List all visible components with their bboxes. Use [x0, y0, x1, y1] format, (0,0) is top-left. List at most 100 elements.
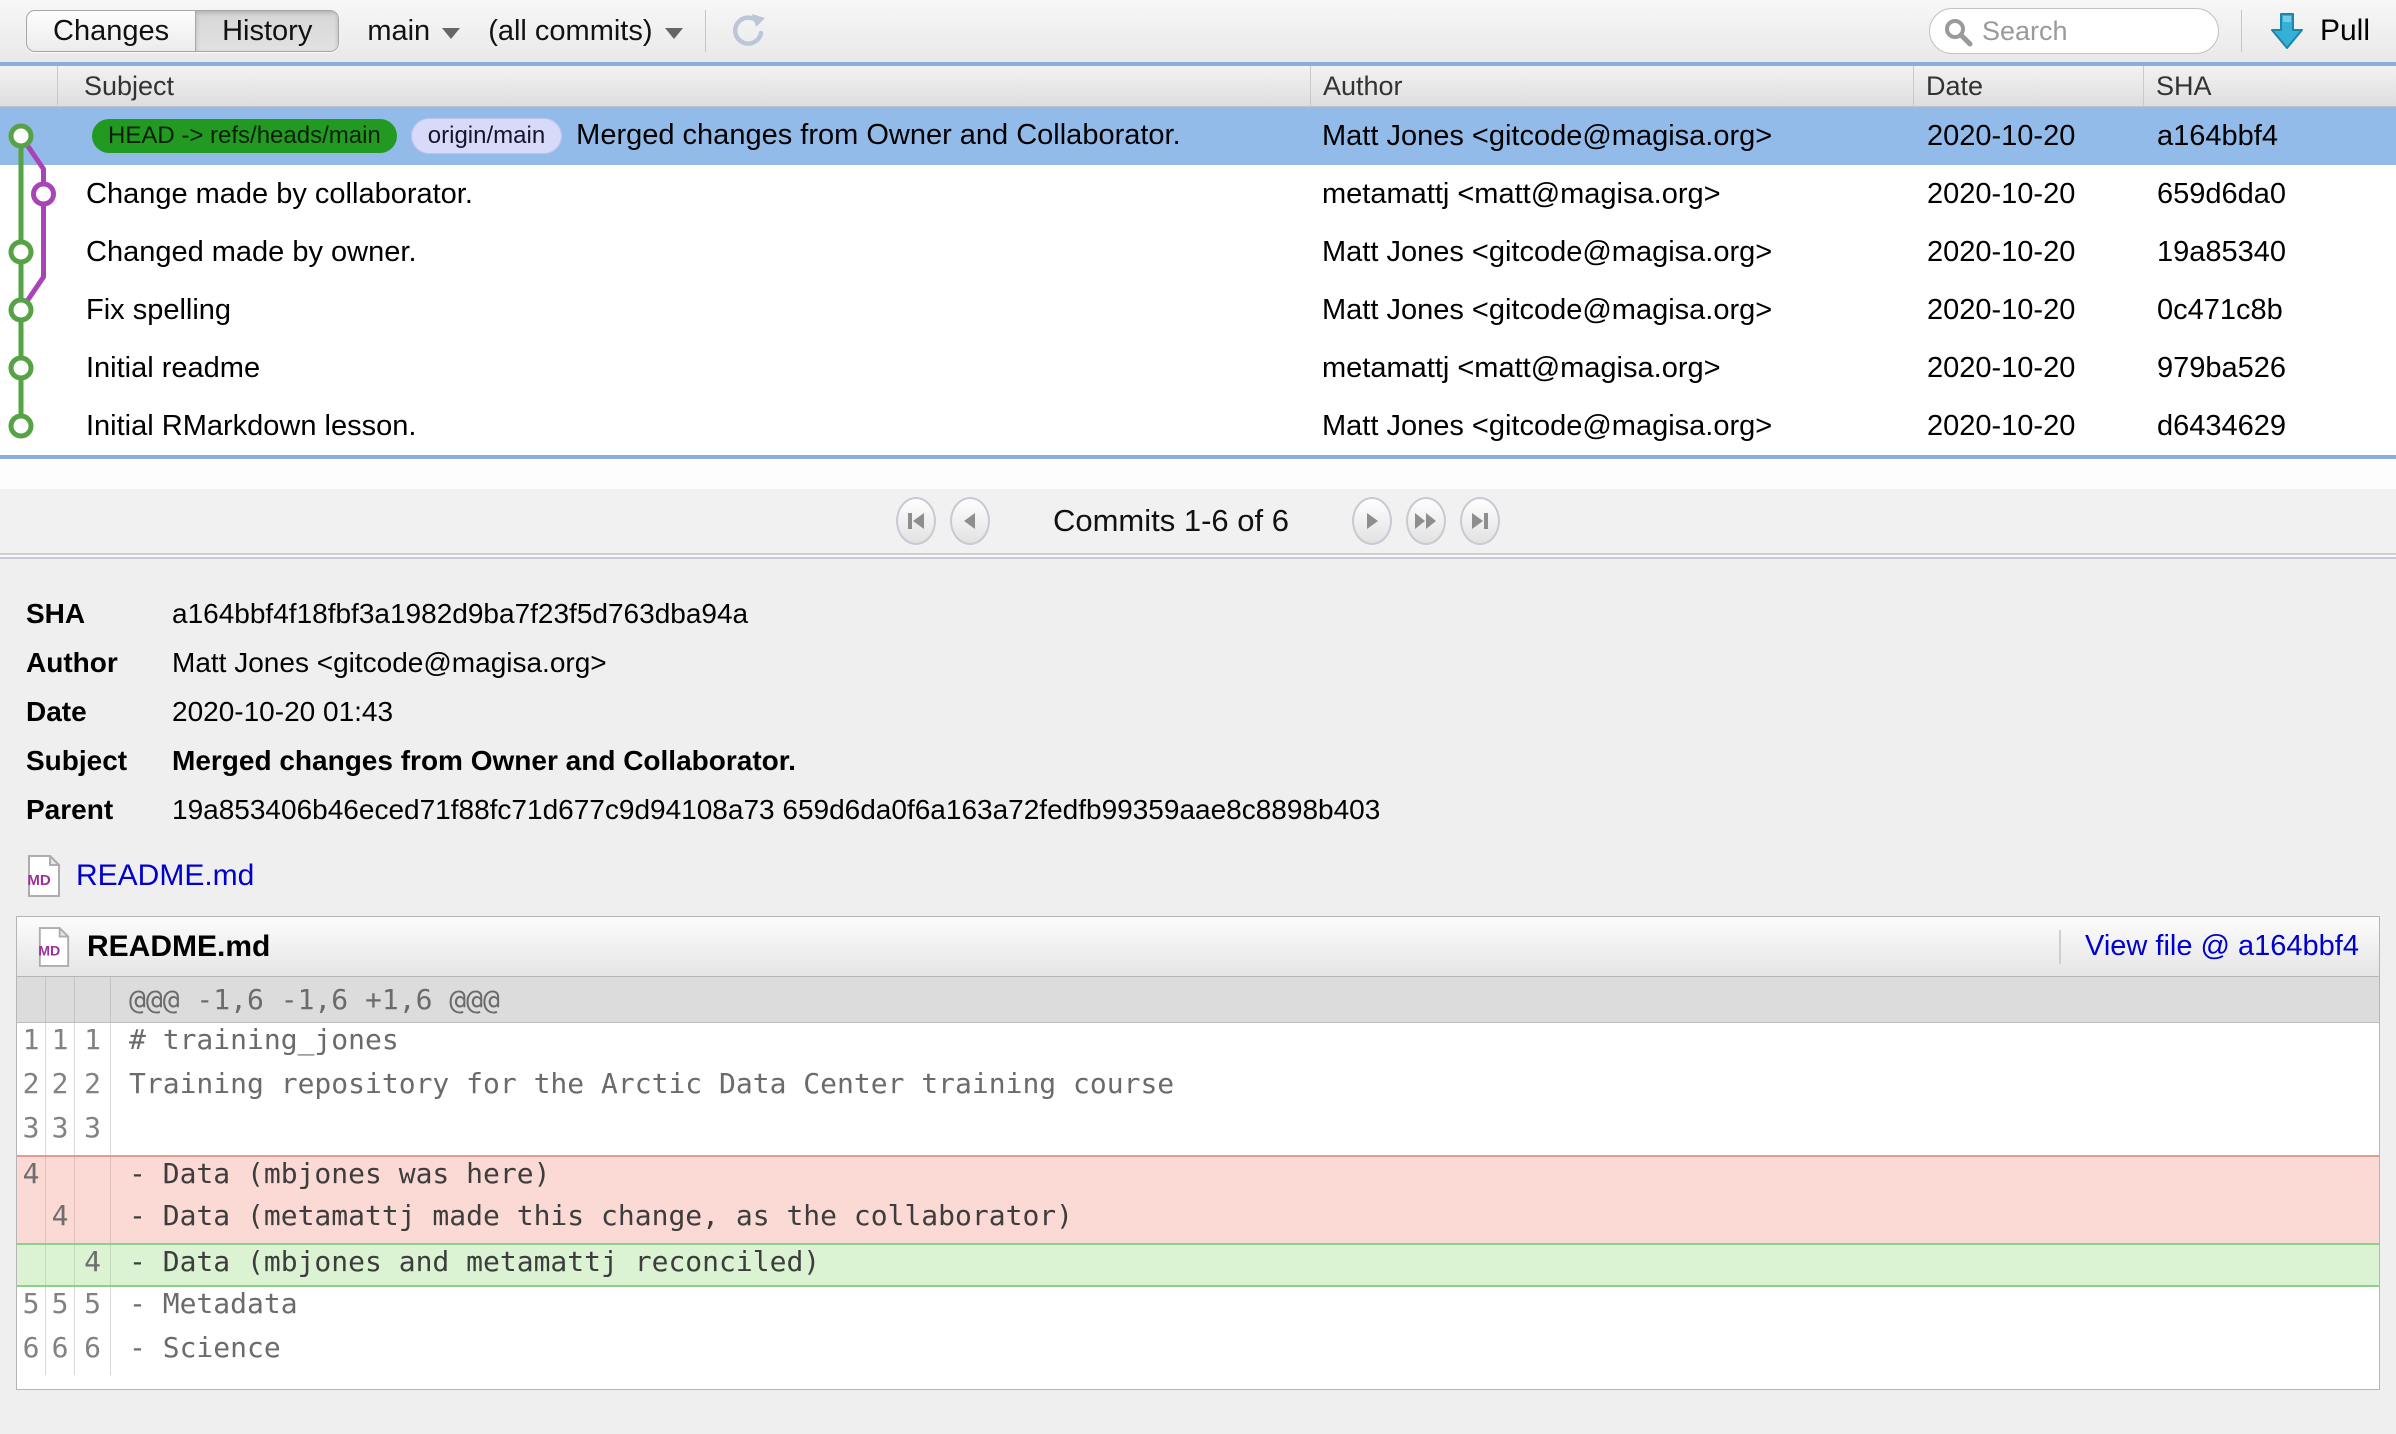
diff-line-row: 666- Science	[17, 1331, 2379, 1375]
detail-field-label: SHA	[26, 589, 172, 638]
commit-author: metamattj <matt@magisa.org>	[1310, 352, 1913, 385]
commit-row[interactable]: Changed made by owner.Matt Jones <gitcod…	[0, 223, 2396, 281]
detail-field-value: a164bbf4f18fbf3a1982d9ba7f23f5d763dba94a	[172, 589, 2396, 638]
diff-line-number: 1	[75, 1023, 111, 1067]
commit-subject-cell: HEAD -> refs/heads/mainorigin/mainMerged…	[0, 118, 1310, 154]
view-file-link[interactable]: View file @ a164bbf4	[2085, 930, 2359, 963]
detail-field-label: Author	[26, 638, 172, 687]
detail-field-label: Date	[26, 687, 172, 736]
commit-sha: 659d6da0	[2143, 178, 2396, 211]
detail-field-label: Parent	[26, 785, 172, 834]
next-icon	[1361, 510, 1383, 532]
detail-field: Parent19a853406b46eced71f88fc71d677c9d94…	[26, 785, 2396, 834]
toolbar: Changes History main (all commits) Pull	[0, 0, 2396, 62]
commit-row[interactable]: HEAD -> refs/heads/mainorigin/mainMerged…	[0, 107, 2396, 165]
toolbar-divider	[705, 10, 706, 52]
commit-row[interactable]: Initial RMarkdown lesson. Matt Jones <git…	[0, 397, 2396, 455]
diff-line-row: 4 - Data (metamattj made this change, as …	[17, 1199, 2379, 1243]
detail-field: SHAa164bbf4f18fbf3a1982d9ba7f23f5d763dba…	[26, 589, 2396, 638]
chevron-down-icon	[665, 28, 683, 39]
detail-field-label: Subject	[26, 736, 172, 785]
diff-line-number: 5	[17, 1287, 46, 1331]
detail-field: Date2020-10-20 01:43	[26, 687, 2396, 736]
commit-author: Matt Jones <gitcode@magisa.org>	[1310, 236, 1913, 269]
diff-header: MD README.md View file @ a164bbf4	[17, 917, 2379, 977]
commit-row[interactable]: Change made by collaborator.metamattj <m…	[0, 165, 2396, 223]
commit-date: 2020-10-20	[1913, 236, 2143, 269]
commit-author: Matt Jones <gitcode@magisa.org>	[1310, 410, 1913, 443]
diff-line-text: - Science	[111, 1331, 2379, 1375]
pagination-previous-button[interactable]	[950, 497, 990, 545]
diff-hunk-text: @@@ -1,6 -1,6 +1,6 @@@	[111, 977, 2379, 1022]
diff-line-text: - Data (mbjones was here)	[111, 1157, 2379, 1199]
commit-date: 2020-10-20	[1913, 352, 2143, 385]
pagination-last-button[interactable]	[1460, 497, 1500, 545]
pull-button[interactable]: Pull	[2268, 10, 2370, 52]
pagination-next-button[interactable]	[1352, 497, 1392, 545]
branch-dropdown-label: main	[367, 15, 430, 48]
detail-field-value: Matt Jones <gitcode@magisa.org>	[172, 638, 2396, 687]
diff-line-number: 6	[17, 1331, 46, 1375]
diff-line-number: 3	[75, 1111, 111, 1155]
refresh-icon	[728, 11, 768, 51]
diff-line-number: 4	[75, 1245, 111, 1285]
skip-to-last-icon	[1469, 510, 1491, 532]
commit-sha: 19a85340	[2143, 236, 2396, 269]
branch-badge-head: HEAD -> refs/heads/main	[92, 119, 397, 153]
commit-row[interactable]: Fix spellingMatt Jones <gitcode@magisa.o…	[0, 281, 2396, 339]
commit-subject-cell: Initial readme	[0, 352, 1310, 385]
diff-line-row: 555- Metadata	[17, 1287, 2379, 1331]
diff-line-number	[75, 977, 111, 1022]
diff-line-number: 2	[75, 1067, 111, 1111]
diff-line-text: - Data (mbjones and metamattj reconciled…	[111, 1245, 2379, 1285]
diff-line-row: 333	[17, 1111, 2379, 1155]
commit-subject-cell: Fix spelling	[0, 294, 1310, 327]
detail-field: SubjectMerged changes from Owner and Col…	[26, 736, 2396, 785]
diff-line-number: 1	[17, 1023, 46, 1067]
file-link-readme[interactable]: README.md	[76, 859, 254, 893]
detail-field: AuthorMatt Jones <gitcode@magisa.org>	[26, 638, 2396, 687]
diff-line-number: 4	[46, 1199, 75, 1243]
diff-lines: 111# training_jones222Training repositor…	[17, 1023, 2379, 1375]
md-file-icon: MD	[37, 926, 71, 968]
tab-history[interactable]: History	[195, 11, 338, 51]
diff-panel: MD README.md View file @ a164bbf4 @@@ -1…	[16, 916, 2380, 1390]
diff-line-number	[17, 977, 46, 1022]
diff-line-number	[46, 1157, 75, 1199]
commit-subject: Initial RMarkdown lesson.	[86, 410, 416, 443]
diff-line-number: 1	[46, 1023, 75, 1067]
diff-line-row: 4 - Data (mbjones was here)	[17, 1155, 2379, 1199]
refresh-button[interactable]	[728, 11, 768, 51]
diff-line-text: - Data (metamattj made this change, as t…	[111, 1199, 2379, 1243]
commit-filter-dropdown[interactable]: (all commits)	[488, 15, 682, 48]
commit-subject-cell: Change made by collaborator.	[0, 178, 1310, 211]
commit-author: Matt Jones <gitcode@magisa.org>	[1310, 294, 1913, 327]
view-segmented-control: Changes History	[26, 10, 339, 52]
diff-line-text: Training repository for the Arctic Data …	[111, 1067, 2379, 1111]
column-header-graph	[0, 66, 58, 106]
detail-field-value: 2020-10-20 01:43	[172, 687, 2396, 736]
commit-sha: 0c471c8b	[2143, 294, 2396, 327]
column-header-subject[interactable]: Subject	[58, 66, 1310, 106]
column-header-author[interactable]: Author	[1310, 66, 1913, 106]
pull-arrow-icon	[2268, 10, 2306, 52]
diff-line-text: # training_jones	[111, 1023, 2379, 1067]
commit-row[interactable]: Initial readme metamattj <matt@magisa.org…	[0, 339, 2396, 397]
pagination-fast-forward-button[interactable]	[1406, 497, 1446, 545]
commit-date: 2020-10-20	[1913, 178, 2143, 211]
commit-subject: Change made by collaborator.	[86, 178, 473, 211]
diff-file-title: README.md	[87, 930, 270, 964]
pagination-first-button[interactable]	[896, 497, 936, 545]
column-header-sha[interactable]: SHA	[2143, 66, 2396, 106]
commit-sha: d6434629	[2143, 410, 2396, 443]
diff-line-number: 4	[17, 1157, 46, 1199]
commit-subject-cell: Initial RMarkdown lesson.	[0, 410, 1310, 443]
column-header-date[interactable]: Date	[1913, 66, 2143, 106]
commit-date: 2020-10-20	[1913, 120, 2143, 153]
tab-changes[interactable]: Changes	[27, 11, 195, 51]
branch-badge-remote: origin/main	[411, 118, 562, 154]
commit-detail: SHAa164bbf4f18fbf3a1982d9ba7f23f5d763dba…	[0, 559, 2396, 834]
commit-subject: Initial readme	[86, 352, 260, 385]
branch-dropdown[interactable]: main	[367, 15, 460, 48]
svg-text:MD: MD	[27, 872, 50, 889]
